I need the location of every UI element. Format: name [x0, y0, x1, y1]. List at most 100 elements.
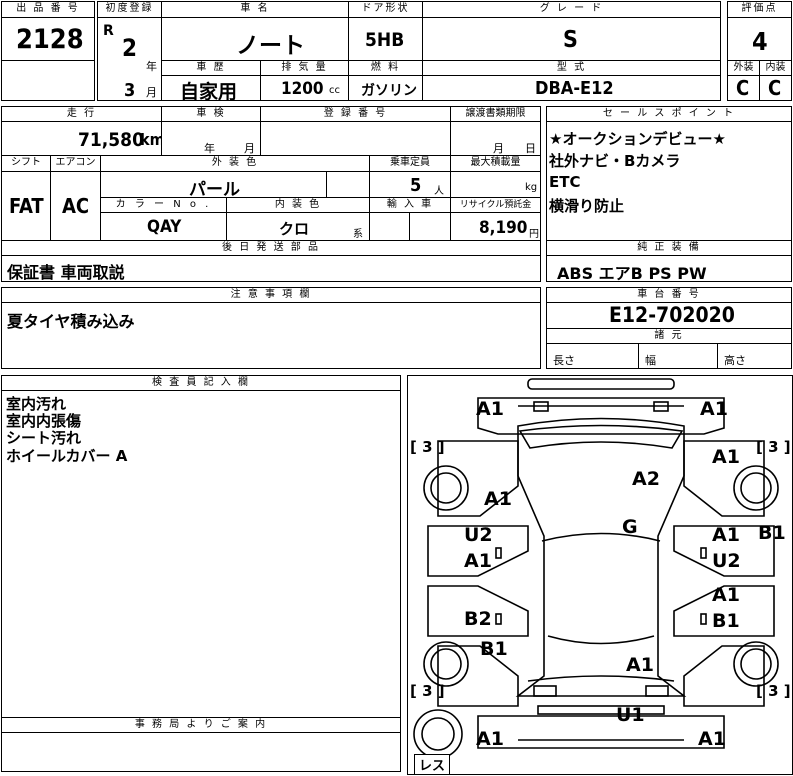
lot-number-label: 出 品 番 号 [1, 1, 95, 18]
tread-depth-front-right: [ 3 ] [756, 438, 791, 456]
damage-mark: A1 [476, 398, 504, 420]
selling-point: ETC [549, 173, 581, 191]
damage-mark: A1 [712, 446, 740, 468]
capacity-label: 乗車定員 [369, 155, 451, 172]
damage-mark: A2 [632, 468, 660, 490]
door-cell: 5HB [348, 17, 423, 61]
reg-month: 3 [124, 80, 136, 101]
capacity: 5 [410, 175, 422, 196]
car-outline-drawing [413, 378, 779, 759]
tread-depth-rear-right: [ 3 ] [756, 682, 791, 700]
inspection-year-unit: 年 [204, 142, 215, 155]
office-notice-cell [1, 732, 401, 772]
shift: FAT [9, 194, 44, 218]
import-cell-a [369, 212, 410, 241]
color-number: QAY [147, 217, 182, 237]
exterior-label: 外装 [727, 60, 760, 76]
chassis-cell: E12-702020 [546, 302, 792, 329]
car-name-label: 車 名 [161, 1, 349, 18]
import-cell-b [409, 212, 451, 241]
damage-mark: A1 [464, 550, 492, 572]
lot-number-cell: 2128 [1, 17, 95, 61]
transfer-day-unit: 日 [525, 142, 536, 155]
first-registration-cell: R 2 年 3 月 [97, 17, 162, 101]
inspection-label: 車 検 [161, 106, 261, 122]
aircon: AC [62, 194, 90, 218]
month-unit: 月 [146, 86, 157, 99]
transfer-deadline-label: 譲渡書類期限 [450, 106, 541, 122]
displacement-cell: 1200 cc [260, 75, 349, 101]
mileage-label: 走 行 [1, 106, 162, 122]
exterior-color-extra-cell [326, 171, 370, 198]
notes: 夏タイヤ積み込み [7, 312, 135, 331]
displacement: 1200 [281, 79, 324, 99]
max-load-unit: kg [525, 182, 538, 193]
fuel-cell: ガソリン [348, 75, 423, 101]
score-label: 評価点 [727, 1, 792, 18]
color-number-cell: QAY [100, 212, 227, 241]
damage-mark: B1 [480, 638, 508, 660]
length-cell: 長さ [546, 343, 639, 369]
fuel: ガソリン [361, 83, 417, 99]
tread-depth-front-left: [ 3 ] [410, 438, 445, 456]
registration-number-label: 登 録 番 号 [260, 106, 451, 122]
shift-cell: FAT [1, 171, 51, 241]
damage-mark: B2 [464, 608, 492, 630]
max-load-label: 最大積載量 [450, 155, 541, 172]
grade: S [563, 27, 578, 53]
later-parts: 保証書 車両取説 [7, 263, 125, 282]
interior-color-unit: 系 [353, 229, 363, 240]
notes-cell: 夏タイヤ積み込み [1, 302, 541, 369]
damage-mark: U1 [616, 704, 645, 726]
shift-label: シフト [1, 155, 51, 172]
damage-mark: A1 [484, 488, 512, 510]
car-name-cell: ノート [161, 17, 349, 61]
damage-mark: B1 [758, 522, 786, 544]
aircon-cell: AC [50, 171, 101, 241]
spare-tire-note: レス [414, 754, 451, 775]
office-notice-label: 事 務 局 よ り ご 案 内 [1, 717, 401, 733]
width-cell: 幅 [638, 343, 718, 369]
reg-year: 2 [122, 34, 138, 62]
damage-mark: A1 [698, 728, 726, 750]
interior-label: 内装 [759, 60, 792, 76]
selling-point: 横滑り防止 [549, 197, 625, 215]
notes-label: 注 意 事 項 欄 [1, 287, 541, 303]
score: 4 [752, 27, 768, 56]
chassis-number: E12-702020 [609, 303, 735, 327]
fuel-label: 燃 料 [348, 60, 423, 76]
model-code: DBA-E12 [535, 78, 614, 99]
width-label: 幅 [645, 354, 656, 367]
era: R [103, 23, 114, 39]
transfer-deadline-cell: 月 日 [450, 121, 541, 156]
usage: 自家用 [180, 81, 238, 103]
inspector-notes-label: 検 査 員 記 入 欄 [1, 375, 401, 391]
score-cell: 4 [727, 17, 792, 61]
inspector-notes-cell: 室内汚れ 室内内張傷 シート汚れ ホイールカバー A [1, 390, 401, 718]
lot-blank-cell [1, 60, 95, 101]
recycle-label: リサイクル預託金 [450, 197, 541, 213]
exterior-color-label: 外 装 色 [100, 155, 370, 172]
equipment-label: 純 正 装 備 [546, 240, 792, 256]
model-cell: DBA-E12 [422, 75, 721, 101]
damage-mark: U2 [712, 550, 741, 572]
door-label: ドア形状 [348, 1, 423, 18]
equipment-cell: ABS エアB PS PW [546, 255, 792, 283]
exterior-grade-cell: C [727, 75, 760, 101]
inspection-month-unit: 月 [244, 142, 255, 155]
exterior-color-cell: パール [100, 171, 327, 200]
damage-mark: A1 [700, 398, 728, 420]
recycle-fee: 8,190 [479, 218, 528, 238]
inspector-note: ホイールカバー A [6, 447, 128, 465]
selling-points-label: セ ー ル ス ポ イ ン ト [546, 106, 792, 122]
tread-depth-rear-left: [ 3 ] [410, 682, 445, 700]
chassis-label: 車 台 番 号 [546, 287, 792, 303]
height-cell: 高さ [717, 343, 792, 369]
lot-number: 2128 [16, 24, 84, 55]
damage-mark: G [622, 516, 638, 538]
damage-mark: A1 [626, 654, 654, 676]
aircon-label: エアコン [50, 155, 101, 172]
transfer-month-unit: 月 [493, 142, 504, 155]
selling-point: ★オークションデビュー★ [549, 130, 726, 148]
grade-cell: S [422, 17, 721, 61]
